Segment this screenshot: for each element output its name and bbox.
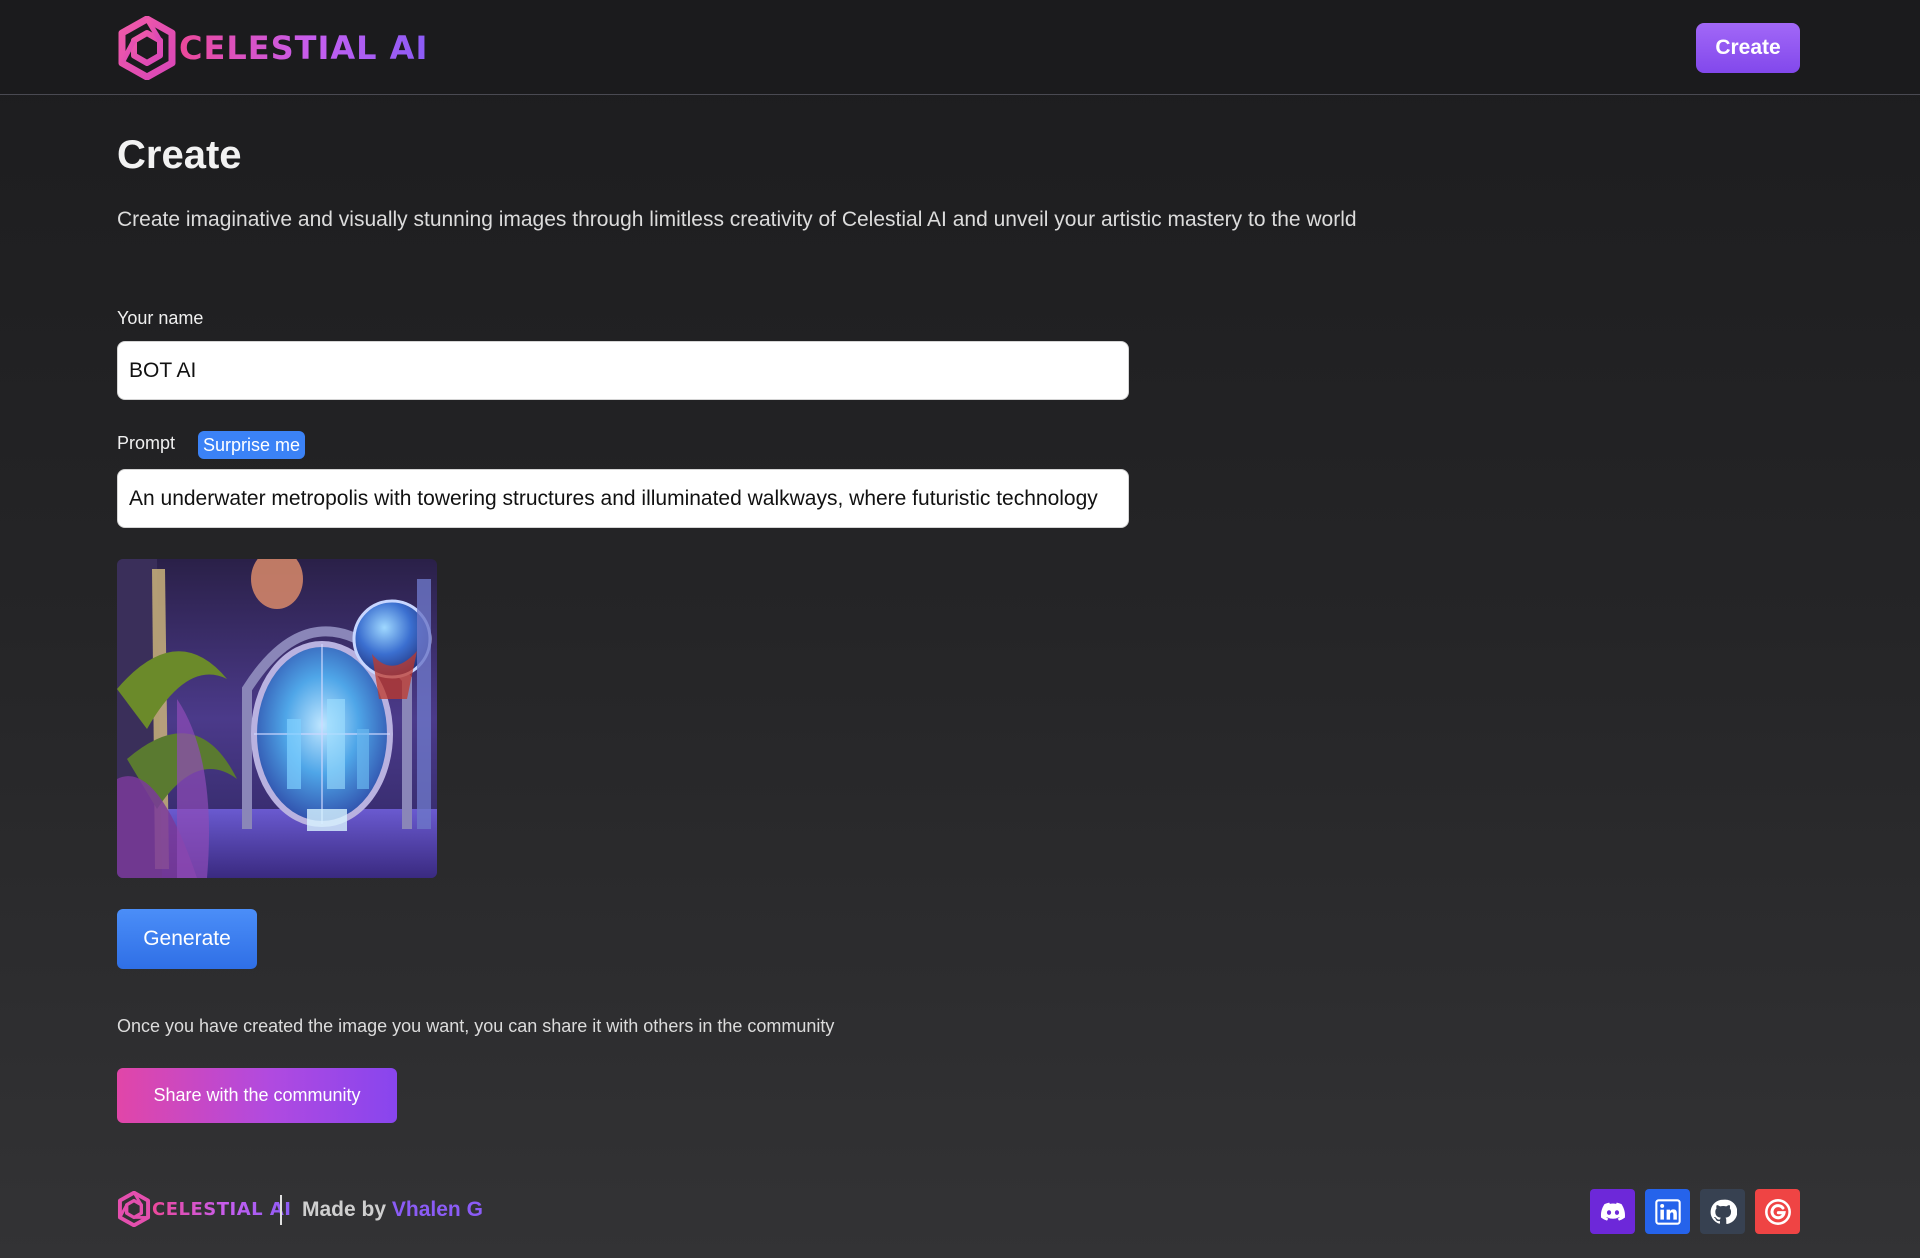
prompt-input[interactable] xyxy=(117,469,1129,528)
brand-logo-icon xyxy=(118,16,176,80)
made-by-credit: Made by Vhalen G xyxy=(302,1198,483,1222)
share-hint-text: Once you have created the image you want… xyxy=(117,1016,835,1036)
generated-image-preview xyxy=(117,559,437,878)
footer-divider xyxy=(280,1195,282,1225)
page-title: Create xyxy=(117,133,242,177)
footer-brand-name: CELESTIAL AI xyxy=(152,1198,292,1220)
brand-logo-icon xyxy=(117,1191,151,1227)
linkedin-link[interactable] xyxy=(1645,1189,1690,1234)
github-link[interactable] xyxy=(1700,1189,1745,1234)
discord-icon xyxy=(1600,1202,1625,1221)
brand-logo[interactable]: CELESTIAL AI xyxy=(117,16,428,80)
share-with-community-button[interactable]: Share with the community xyxy=(117,1068,397,1123)
page-subtitle: Create imaginative and visually stunning… xyxy=(117,208,1357,231)
top-navbar: CELESTIAL AI Create xyxy=(0,0,1920,95)
prompt-label: Prompt xyxy=(117,433,176,453)
name-label: Your name xyxy=(117,308,204,328)
name-input[interactable] xyxy=(117,341,1129,400)
header-create-button[interactable]: Create xyxy=(1696,23,1800,73)
google-icon xyxy=(1764,1198,1791,1225)
github-icon xyxy=(1710,1199,1737,1224)
google-link[interactable] xyxy=(1755,1189,1800,1234)
brand-name: CELESTIAL AI xyxy=(179,29,429,67)
author-link[interactable]: Vhalen G xyxy=(392,1198,483,1221)
made-by-prefix: Made by xyxy=(302,1198,387,1221)
generated-image xyxy=(117,559,437,878)
generate-button[interactable]: Generate xyxy=(117,909,257,969)
footer-brand-logo[interactable]: CELESTIAL AI xyxy=(117,1191,292,1227)
surprise-me-button[interactable]: Surprise me xyxy=(198,431,306,459)
linkedin-icon xyxy=(1654,1198,1681,1225)
discord-link[interactable] xyxy=(1590,1189,1635,1234)
